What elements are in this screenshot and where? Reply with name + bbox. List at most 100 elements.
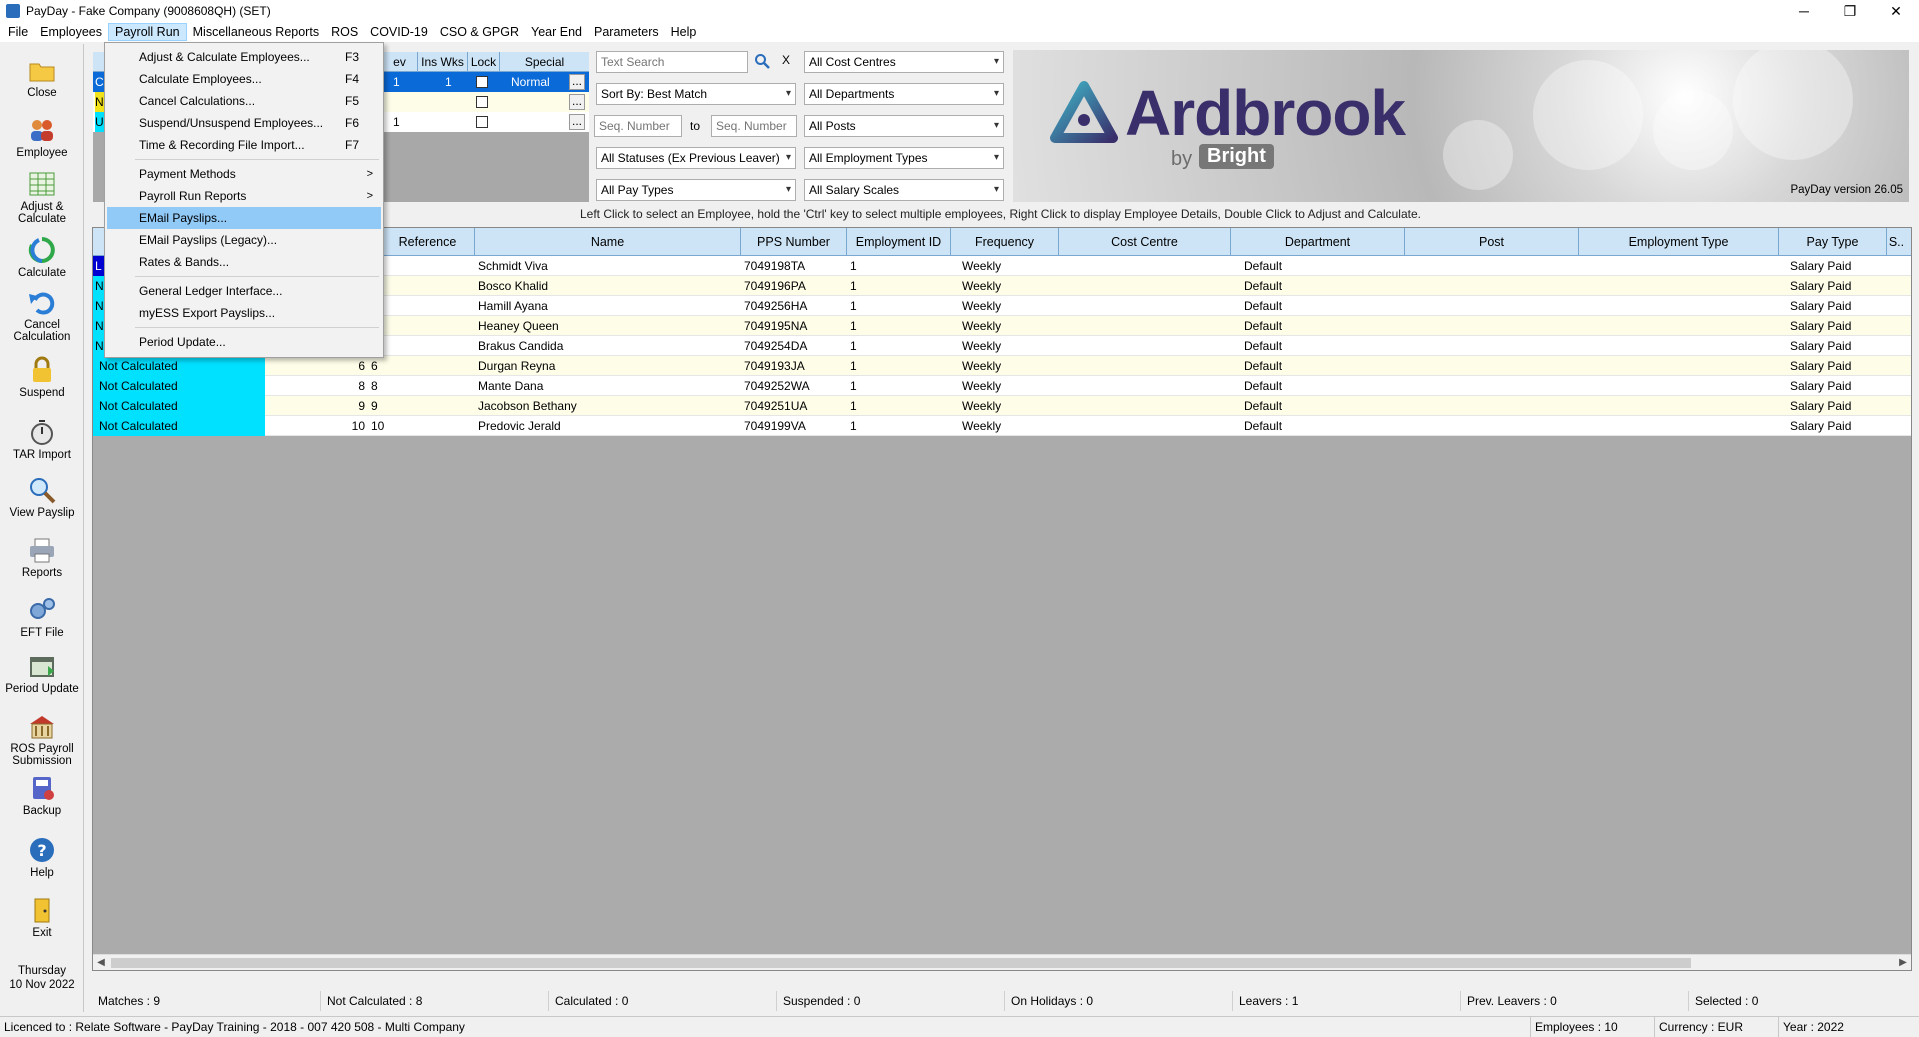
table-row[interactable]: Not Calculated 8 8 Mante Dana 7049252WA 1 Week… xyxy=(93,376,1911,396)
sidebar-tar-import-button[interactable]: TAR Import xyxy=(0,418,84,461)
lock-checkbox[interactable] xyxy=(476,96,488,108)
post-filter-select[interactable]: All Posts ▾ xyxy=(804,115,1004,137)
clear-search-button[interactable]: X xyxy=(782,53,790,67)
column-header-ins-wks[interactable]: Ins Wks xyxy=(417,52,467,72)
column-header-prev-period[interactable]: ev Per. xyxy=(381,52,417,89)
menu-employees[interactable]: Employees xyxy=(34,23,108,41)
menu-help[interactable]: Help xyxy=(665,23,703,41)
seq-number-from-input[interactable] xyxy=(594,115,682,137)
special-more-button[interactable]: ... xyxy=(569,74,585,90)
menu-parameters[interactable]: Parameters xyxy=(588,23,665,41)
menu-item-general-ledger-interface[interactable]: General Ledger Interface... xyxy=(107,280,381,302)
column-header-pay-type[interactable]: Pay Type xyxy=(1778,228,1886,256)
scroll-right-icon[interactable]: ▶ xyxy=(1895,955,1911,971)
column-header-special[interactable]: Special xyxy=(499,52,589,72)
menu-item-payment-methods[interactable]: Payment Methods > xyxy=(107,163,381,185)
menu-item-time-recording-import[interactable]: Time & Recording File Import... F7 xyxy=(107,134,381,156)
name-cell: Predovic Jerald xyxy=(478,419,561,433)
sidebar-cancel-calculation-button[interactable]: Cancel Calculation xyxy=(0,288,84,343)
status-filter-select[interactable]: All Statuses (Ex Previous Leaver) ▾ xyxy=(596,147,796,169)
menu-item-period-update[interactable]: Period Update... xyxy=(107,331,381,353)
column-header-department[interactable]: Department xyxy=(1230,228,1404,256)
special-more-button[interactable]: ... xyxy=(569,114,585,130)
sidebar-employee-button[interactable]: Employee xyxy=(0,116,84,159)
pay-type-filter-select[interactable]: All Pay Types ▾ xyxy=(596,179,796,201)
menu-item-myess-export[interactable]: myESS Export Payslips... xyxy=(107,302,381,324)
menu-item-email-payslips-legacy[interactable]: EMail Payslips (Legacy)... xyxy=(107,229,381,251)
table-row[interactable]: Not Calculated 6 6 Durgan Reyna 7049193JA 1 We… xyxy=(93,356,1911,376)
menu-item-label: EMail Payslips... xyxy=(139,211,228,225)
sidebar-view-payslip-button[interactable]: View Payslip xyxy=(0,476,84,519)
menu-cso-gpgr[interactable]: CSO & GPGR xyxy=(434,23,525,41)
sidebar-adjust-calculate-button[interactable]: Adjust & Calculate xyxy=(0,170,84,225)
lock-checkbox[interactable] xyxy=(476,116,488,128)
special-more-button[interactable]: ... xyxy=(569,94,585,110)
sidebar-item-label: TAR Import xyxy=(13,449,71,461)
department-cell: Default xyxy=(1244,259,1283,273)
sidebar-eft-file-button[interactable]: EFT File xyxy=(0,596,84,639)
column-header-more[interactable]: S.. xyxy=(1886,228,1906,256)
sidebar-close-button[interactable]: Close xyxy=(0,56,84,99)
menu-covid19[interactable]: COVID-19 xyxy=(364,23,434,41)
table-row[interactable]: Not Calculated 10 10 Predovic Jerald 7049199… xyxy=(93,416,1911,436)
pay-type-cell: Salary Paid xyxy=(1790,319,1852,333)
sidebar-calculate-button[interactable]: Calculate xyxy=(0,236,84,279)
menu-ros[interactable]: ROS xyxy=(325,23,364,41)
sidebar-suspend-button[interactable]: Suspend xyxy=(0,356,84,399)
table-row[interactable]: Not Calculated 9 9 Jacobson Bethany 7049251U… xyxy=(93,396,1911,416)
sidebar-help-button[interactable]: ? Help xyxy=(0,836,84,879)
menu-item-email-payslips[interactable]: EMail Payslips... xyxy=(107,207,381,229)
sidebar-period-update-button[interactable]: Period Update xyxy=(0,652,84,695)
lock-checkbox[interactable] xyxy=(476,76,488,88)
column-header-name[interactable]: Name xyxy=(474,228,740,256)
reference-cell: 8 xyxy=(371,379,378,393)
column-header-reference[interactable]: Reference xyxy=(380,228,474,256)
spreadsheet-icon xyxy=(29,172,55,196)
menu-item-label: Payroll Run Reports xyxy=(139,189,247,203)
not-calculated-count: Not Calculated : 8 xyxy=(320,991,548,1011)
menu-item-payroll-run-reports[interactable]: Payroll Run Reports > xyxy=(107,185,381,207)
menu-year-end[interactable]: Year End xyxy=(525,23,588,41)
employment-type-filter-select[interactable]: All Employment Types ▾ xyxy=(804,147,1004,169)
matches-count: Matches : 9 xyxy=(98,994,161,1008)
maximize-button[interactable]: ❐ xyxy=(1827,0,1873,22)
gears-icon xyxy=(30,598,55,619)
currency: Currency : EUR xyxy=(1654,1017,1778,1037)
frequency-cell: Weekly xyxy=(962,299,1002,313)
menu-item-calculate-employees[interactable]: Calculate Employees... F4 xyxy=(107,68,381,90)
column-header-employment-type[interactable]: Employment Type xyxy=(1578,228,1778,256)
close-window-button[interactable]: ✕ xyxy=(1873,0,1919,22)
scroll-left-icon[interactable]: ◀ xyxy=(93,955,109,971)
column-header-employment-id[interactable]: Employment ID xyxy=(846,228,950,256)
text-search-input[interactable] xyxy=(596,51,748,73)
department-filter-select[interactable]: All Departments ▾ xyxy=(804,83,1004,105)
sidebar-ros-payroll-submission-button[interactable]: ROS Payroll Submission xyxy=(0,712,84,767)
menu-item-adjust-calculate[interactable]: Adjust & Calculate Employees... F3 xyxy=(107,46,381,68)
search-icon[interactable] xyxy=(754,53,770,69)
column-header-pps-number[interactable]: PPS Number xyxy=(740,228,846,256)
department-filter-value: All Departments xyxy=(809,87,895,101)
column-header-lock[interactable]: Lock xyxy=(467,52,499,72)
minimize-button[interactable]: ─ xyxy=(1781,0,1827,22)
sidebar-exit-button[interactable]: Exit xyxy=(0,896,84,939)
frequency-cell: Weekly xyxy=(962,259,1002,273)
cost-centre-filter-select[interactable]: All Cost Centres ▾ xyxy=(804,51,1004,73)
sidebar-reports-button[interactable]: Reports xyxy=(0,536,84,579)
sort-by-select[interactable]: Sort By: Best Match ▾ xyxy=(596,83,796,105)
menu-file[interactable]: File xyxy=(2,23,34,41)
horizontal-scrollbar[interactable]: ◀ ▶ xyxy=(93,954,1911,970)
scrollbar-thumb[interactable] xyxy=(111,958,1691,968)
menu-item-cancel-calculations[interactable]: Cancel Calculations... F5 xyxy=(107,90,381,112)
column-header-frequency[interactable]: Frequency xyxy=(950,228,1058,256)
menu-item-rates-bands[interactable]: Rates & Bands... xyxy=(107,251,381,273)
sidebar-backup-button[interactable]: Backup xyxy=(0,774,84,817)
salary-scale-filter-select[interactable]: All Salary Scales ▾ xyxy=(804,179,1004,201)
menu-miscellaneous-reports[interactable]: Miscellaneous Reports xyxy=(187,23,325,41)
column-header-cost-centre[interactable]: Cost Centre xyxy=(1058,228,1230,256)
menu-item-suspend-unsuspend[interactable]: Suspend/Unsuspend Employees... F6 xyxy=(107,112,381,134)
menu-payroll-run[interactable]: Payroll Run xyxy=(108,23,187,41)
column-header-post[interactable]: Post xyxy=(1404,228,1578,256)
menu-item-label: Payment Methods xyxy=(139,167,236,181)
seq-number-to-input[interactable] xyxy=(711,115,797,137)
status-filter-value: All Statuses (Ex Previous Leaver) xyxy=(601,151,780,165)
